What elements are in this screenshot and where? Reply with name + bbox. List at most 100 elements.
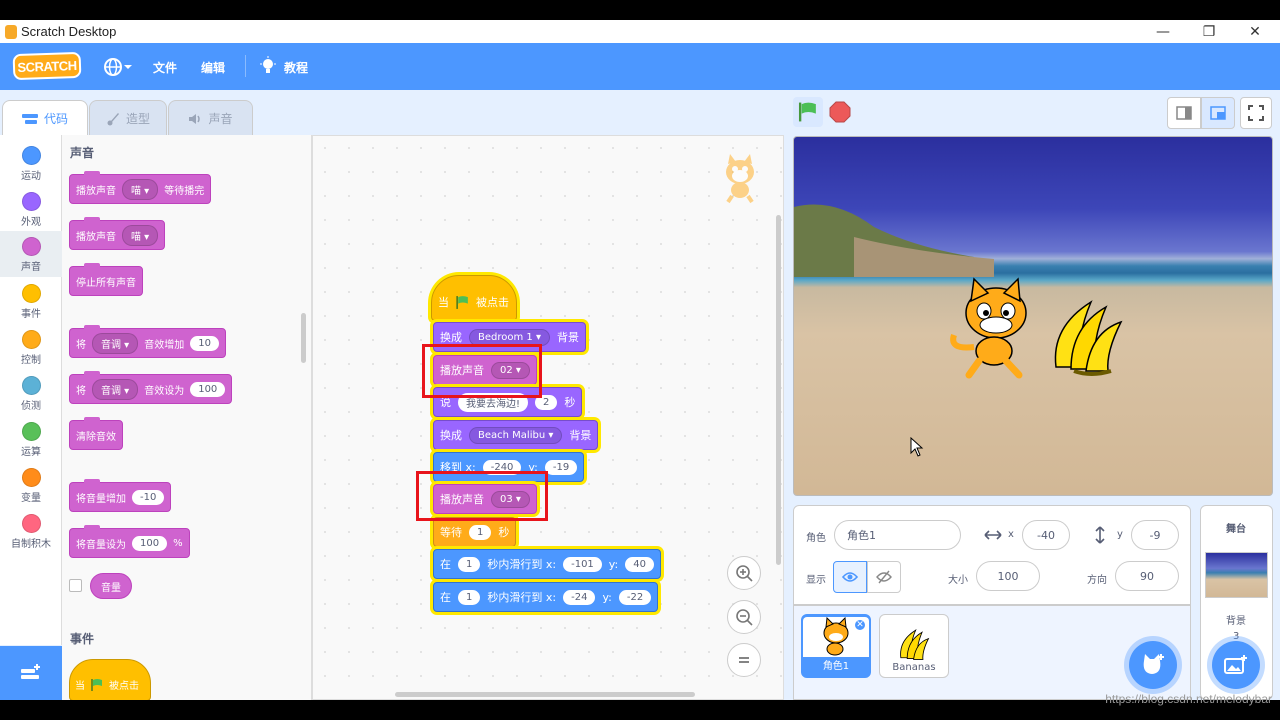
volume-value-input[interactable]: 100 xyxy=(132,535,168,551)
show-label: 显示 xyxy=(806,575,826,586)
size-input[interactable]: 100 xyxy=(976,561,1040,591)
globe-icon xyxy=(104,58,122,76)
category-sensing[interactable]: 侦测 xyxy=(0,370,62,416)
cat-sprite-icon[interactable] xyxy=(944,275,1044,380)
effect-value-input[interactable]: 100 xyxy=(190,381,226,397)
code-icon xyxy=(21,113,38,124)
script-switch-backdrop-2[interactable]: 换成 Beach Malibu ▾ 背景 xyxy=(433,420,599,450)
add-extension-button[interactable] xyxy=(0,646,62,700)
restore-button[interactable]: ❐ xyxy=(1186,20,1232,43)
fullscreen-button[interactable] xyxy=(1240,97,1272,129)
close-button[interactable]: ✕ xyxy=(1232,20,1278,43)
code-vertical-scrollbar[interactable] xyxy=(776,215,781,565)
backdrop-dropdown[interactable]: Bedroom 1 ▾ xyxy=(469,328,550,346)
block-when-flag-clicked[interactable]: 当 被点击 xyxy=(69,659,151,700)
delete-sprite-button[interactable]: ✕ xyxy=(853,618,867,632)
glide-secs-input[interactable]: 1 xyxy=(458,556,481,572)
vertical-arrows-icon xyxy=(1095,526,1105,544)
tab-code[interactable]: 代码 xyxy=(2,100,88,136)
script-wait[interactable]: 等待 1 秒 xyxy=(433,517,517,547)
eye-slash-icon xyxy=(876,570,892,584)
effect-value-input[interactable]: 10 xyxy=(190,335,219,351)
category-operators[interactable]: 运算 xyxy=(0,416,62,462)
section-title-sound: 声音 xyxy=(70,146,95,160)
code-area[interactable] xyxy=(312,135,784,700)
glide-x-input[interactable]: -24 xyxy=(563,589,596,605)
glide-x-input[interactable]: -101 xyxy=(563,556,602,572)
choose-backdrop-button[interactable] xyxy=(1212,641,1260,689)
category-motion[interactable]: 运动 xyxy=(0,140,62,186)
category-sound[interactable]: 声音 xyxy=(0,231,62,277)
category-control[interactable]: 控制 xyxy=(0,324,62,370)
lightbulb-icon xyxy=(260,56,276,73)
stop-button[interactable] xyxy=(829,101,851,123)
block-change-effect[interactable]: 将 音调 ▾ 音效增加 10 xyxy=(69,325,226,358)
show-sprite-button[interactable] xyxy=(833,561,867,593)
block-set-volume[interactable]: 将音量设为 100 % xyxy=(69,525,190,558)
direction-label: 方向 xyxy=(1087,575,1107,586)
glide-secs-input[interactable]: 1 xyxy=(458,589,481,605)
highlight-box xyxy=(422,344,542,398)
script-when-flag-clicked[interactable]: 当 被点击 xyxy=(431,275,517,321)
category-my-blocks[interactable]: 自制积木 xyxy=(0,508,62,554)
sound-dropdown[interactable]: 喵 ▾ xyxy=(122,224,159,246)
tab-sounds[interactable]: 声音 xyxy=(168,100,253,136)
choose-sprite-button[interactable] xyxy=(1129,641,1177,689)
green-flag-button[interactable] xyxy=(793,97,823,127)
backdrop-dropdown[interactable]: Beach Malibu ▾ xyxy=(469,426,563,444)
effect-dropdown[interactable]: 音调 ▾ xyxy=(92,332,139,354)
volume-monitor-checkbox[interactable] xyxy=(69,579,82,592)
menu-file[interactable]: 文件 xyxy=(153,59,177,76)
stage-canvas[interactable] xyxy=(793,136,1273,496)
sprite-tile-bananas[interactable]: Bananas xyxy=(879,614,949,678)
glide-y-input[interactable]: 40 xyxy=(625,556,654,572)
zoom-reset-button[interactable] xyxy=(727,643,761,677)
code-horizontal-scrollbar[interactable] xyxy=(395,692,695,697)
sound-dropdown[interactable]: 喵 ▾ xyxy=(122,178,159,200)
zoom-in-button[interactable] xyxy=(727,556,761,590)
block-start-sound[interactable]: 播放声音 喵 ▾ xyxy=(69,217,166,250)
sprite-thumbnail-icon xyxy=(726,154,754,204)
small-stage-button[interactable] xyxy=(1167,97,1201,129)
category-variables[interactable]: 变量 xyxy=(0,462,62,508)
bananas-sprite-icon[interactable] xyxy=(1046,297,1128,377)
block-stop-all-sounds[interactable]: 停止所有声音 xyxy=(69,263,143,296)
zoom-in-icon xyxy=(736,565,753,582)
y-label: y xyxy=(1117,529,1123,540)
backdrop-thumbnail[interactable] xyxy=(1205,552,1268,598)
block-change-volume[interactable]: 将音量增加 -10 xyxy=(69,479,172,512)
block-clear-effects[interactable]: 清除音效 xyxy=(69,417,123,450)
script-glide-1[interactable]: 在 1 秒内滑行到 x: -101 y: 40 xyxy=(433,549,661,579)
minimize-button[interactable]: — xyxy=(1140,20,1186,43)
tab-costumes[interactable]: 造型 xyxy=(89,100,167,136)
green-flag-icon xyxy=(456,296,468,309)
category-dot xyxy=(21,192,41,211)
scratch-logo[interactable]: SCRATCH xyxy=(12,51,82,81)
zoom-out-button[interactable] xyxy=(727,600,761,634)
palette-scrollbar[interactable] xyxy=(301,313,306,363)
language-button[interactable] xyxy=(103,56,135,78)
large-stage-button[interactable] xyxy=(1201,97,1235,129)
block-set-effect[interactable]: 将 音调 ▾ 音效设为 100 xyxy=(69,371,233,404)
effect-dropdown[interactable]: 音调 ▾ xyxy=(92,378,139,400)
horizontal-arrows-icon xyxy=(984,530,1002,540)
small-stage-icon xyxy=(1176,106,1192,120)
glide-y-input[interactable]: -22 xyxy=(618,589,652,605)
menu-tutorials[interactable]: 教程 xyxy=(284,59,308,76)
direction-input[interactable]: 90 xyxy=(1115,561,1179,591)
sprite-name-input[interactable]: 角色1 xyxy=(834,520,961,550)
hide-sprite-button[interactable] xyxy=(867,561,901,593)
script-glide-2[interactable]: 在 1 秒内滑行到 x: -24 y: -22 xyxy=(433,582,659,612)
menu-edit[interactable]: 编辑 xyxy=(201,59,225,76)
block-play-sound-until-done[interactable]: 播放声音 喵 ▾ 等待播完 xyxy=(69,171,212,204)
goto-y-input[interactable]: -19 xyxy=(544,459,578,475)
category-looks[interactable]: 外观 xyxy=(0,186,62,232)
category-events[interactable]: 事件 xyxy=(0,278,62,324)
volume-reporter-block[interactable]: 音量 xyxy=(90,573,132,599)
volume-value-input[interactable]: -10 xyxy=(132,489,165,505)
wait-secs-input[interactable]: 1 xyxy=(469,524,492,540)
x-position-input[interactable]: -40 xyxy=(1022,520,1070,550)
category-dot xyxy=(21,146,41,165)
category-menu: 运动 外观 声音 事件 控制 侦测 运算 变量 自制积木 xyxy=(0,135,62,645)
y-position-input[interactable]: -9 xyxy=(1131,520,1179,550)
